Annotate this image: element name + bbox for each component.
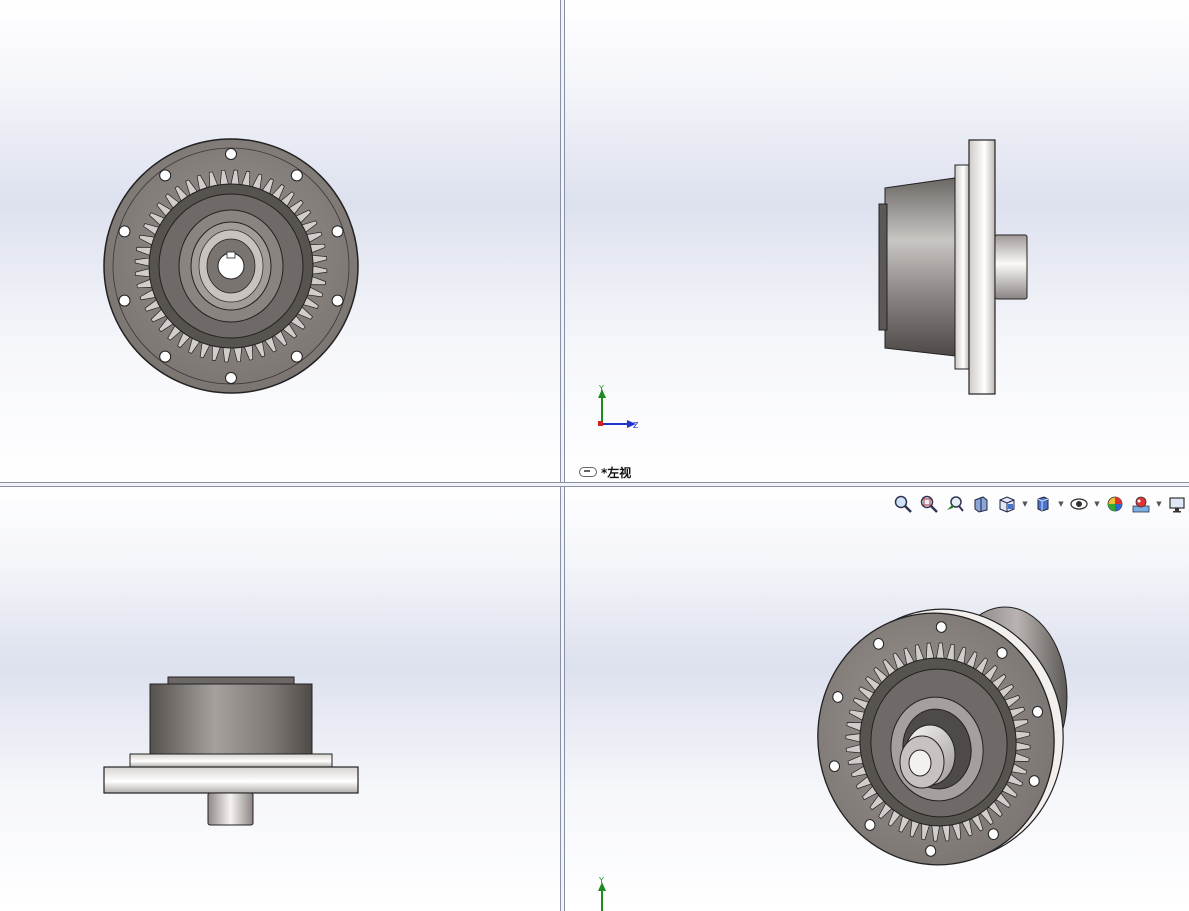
- keyway: [226, 251, 236, 259]
- viewport-isometric[interactable]: ▼ ▼ ▼ ▼ Y: [565, 487, 1189, 911]
- bolt-hole: [331, 294, 344, 307]
- bolt-hole: [118, 294, 131, 307]
- bolt-hole: [331, 225, 344, 238]
- view-name-text: *左视: [601, 465, 632, 480]
- bolt-hole: [225, 148, 237, 160]
- model-left-view[interactable]: Y Z: [565, 0, 1189, 482]
- bolt-hole: [290, 350, 303, 363]
- ring-step: [954, 164, 970, 370]
- triad-z-label: Z: [633, 421, 639, 430]
- view-name-label: *左视: [579, 464, 631, 480]
- model-isometric-view[interactable]: Y: [565, 487, 1189, 911]
- triad-y-label: Y: [598, 384, 604, 393]
- flange-plate: [968, 139, 996, 395]
- triad-y-label: Y: [598, 876, 604, 885]
- flange-plate: [103, 766, 359, 794]
- viewport-left[interactable]: Y Z *左视: [565, 0, 1189, 482]
- output-shaft: [207, 792, 254, 826]
- viewport-front[interactable]: [0, 0, 560, 482]
- viewport-top[interactable]: [0, 487, 560, 911]
- bolt-hole: [118, 225, 131, 238]
- ring-step: [129, 753, 333, 768]
- output-shaft: [994, 234, 1028, 300]
- coordinate-triad: [598, 882, 606, 911]
- gearbox-body: [884, 177, 956, 357]
- bolt-hole: [225, 372, 237, 384]
- bolt-hole: [159, 350, 172, 363]
- model-top-view[interactable]: [0, 487, 560, 911]
- viewport-horizontal-splitter[interactable]: [0, 482, 1189, 487]
- viewport-vertical-splitter[interactable]: [560, 0, 565, 911]
- link-views-icon[interactable]: [579, 467, 597, 477]
- gearbox-body: [149, 683, 313, 755]
- model-front-view[interactable]: [0, 0, 560, 482]
- shaft-bore: [908, 749, 932, 777]
- front-cap: [878, 203, 888, 331]
- coordinate-triad: [598, 389, 636, 428]
- bolt-hole: [159, 169, 172, 182]
- bolt-hole: [290, 169, 303, 182]
